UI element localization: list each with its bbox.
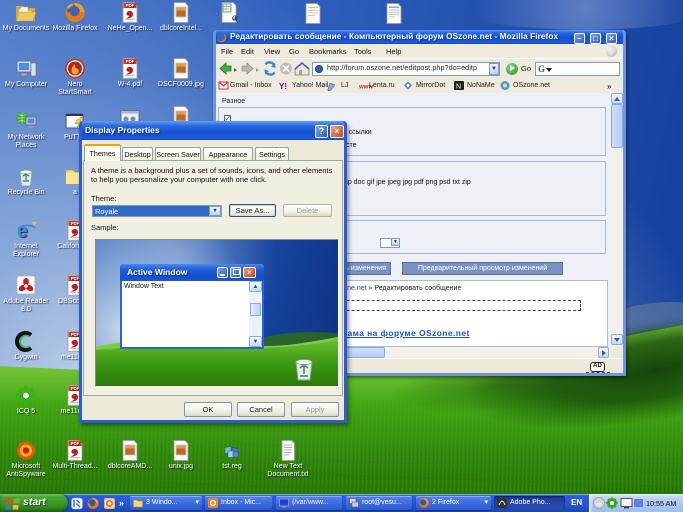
svg-text:e: e <box>17 221 28 241</box>
svg-text:PDF: PDF <box>71 441 80 446</box>
svg-text:»: » <box>119 498 124 508</box>
svg-text:PDF: PDF <box>126 3 135 8</box>
svg-text:a: a <box>232 12 237 22</box>
svg-text:PDF: PDF <box>126 59 135 64</box>
